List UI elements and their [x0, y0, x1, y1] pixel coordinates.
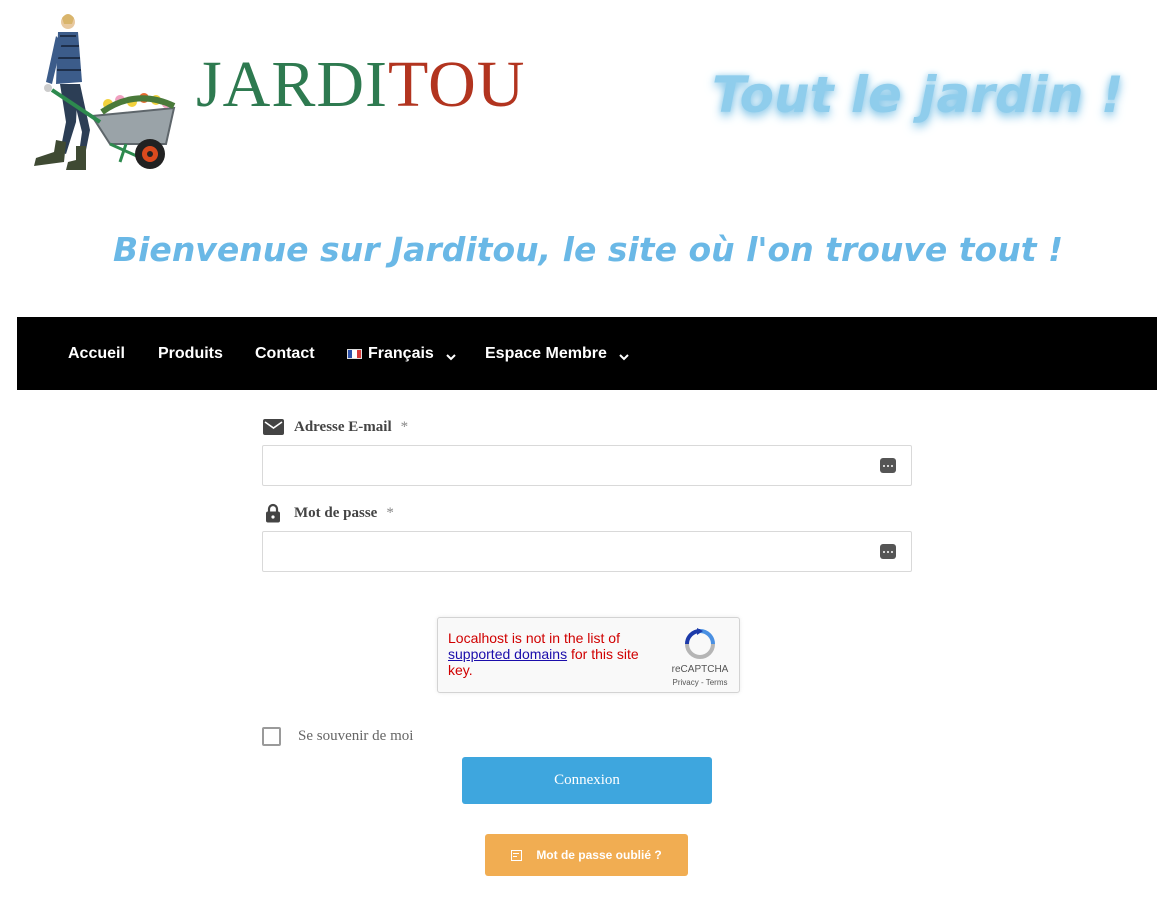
nav-item-contact[interactable]: Contact	[255, 317, 315, 390]
lock-icon	[262, 503, 284, 523]
email-field-wrapper	[262, 445, 912, 486]
nav-item-produits[interactable]: Produits	[158, 317, 223, 390]
brand-logo-text: JARDITOU	[196, 52, 525, 118]
nav-item-label: Espace Membre	[485, 344, 607, 362]
recaptcha-privacy-terms[interactable]: Privacy - Terms	[660, 678, 740, 687]
password-field[interactable]	[263, 532, 911, 571]
password-label-text: Mot de passe	[294, 504, 378, 521]
slogan: Tout le jardin !	[712, 66, 1124, 124]
email-field[interactable]	[263, 446, 911, 485]
email-label: Adresse E-mail *	[262, 417, 408, 437]
email-label-text: Adresse E-mail	[294, 418, 392, 435]
nav-item-language[interactable]: Français	[347, 317, 458, 390]
france-flag-icon	[347, 348, 362, 359]
recaptcha-error-message: Localhost is not in the list of supporte…	[448, 630, 648, 678]
nav-item-accueil[interactable]: Accueil	[68, 317, 125, 390]
password-field-wrapper	[262, 531, 912, 572]
chevron-down-icon	[619, 353, 629, 360]
forgot-password-button[interactable]: Mot de passe oublié ?	[485, 834, 688, 876]
supported-domains-link[interactable]: supported domains	[448, 646, 567, 662]
recaptcha-brand: reCAPTCHA	[671, 664, 729, 675]
nav-item-label: Français	[368, 344, 434, 362]
required-mark: *	[386, 504, 394, 521]
remember-me-label: Se souvenir de moi	[298, 728, 414, 744]
chevron-down-icon	[446, 353, 456, 360]
nav-item-espace-membre[interactable]: Espace Membre	[485, 317, 631, 390]
forgot-password-label: Mot de passe oublié ?	[536, 848, 662, 862]
recaptcha-icon	[685, 628, 715, 659]
password-manager-icon[interactable]	[880, 458, 896, 473]
form-icon	[511, 849, 523, 861]
brand-part-red: TOU	[388, 48, 526, 121]
nav-item-label: Produits	[158, 344, 223, 362]
nav-item-label: Contact	[255, 344, 315, 362]
recaptcha-error-prefix: Localhost is not in the list of	[448, 630, 620, 646]
login-button[interactable]: Connexion	[462, 757, 712, 804]
remember-me: Se souvenir de moi	[262, 727, 413, 746]
password-manager-icon[interactable]	[880, 544, 896, 559]
remember-me-checkbox[interactable]	[262, 727, 281, 746]
recaptcha-widget[interactable]: Localhost is not in the list of supporte…	[437, 617, 740, 693]
envelope-icon	[262, 417, 284, 437]
password-label: Mot de passe *	[262, 503, 394, 523]
nav-item-label: Accueil	[68, 344, 125, 362]
main-navbar: Accueil Produits Contact Français Espace…	[17, 317, 1157, 390]
required-mark: *	[400, 418, 409, 435]
gardener-wheelbarrow-logo	[34, 14, 176, 170]
brand-part-green: JARDI	[196, 48, 389, 121]
welcome-banner: Bienvenue sur Jarditou, le site où l'on …	[112, 230, 1064, 269]
